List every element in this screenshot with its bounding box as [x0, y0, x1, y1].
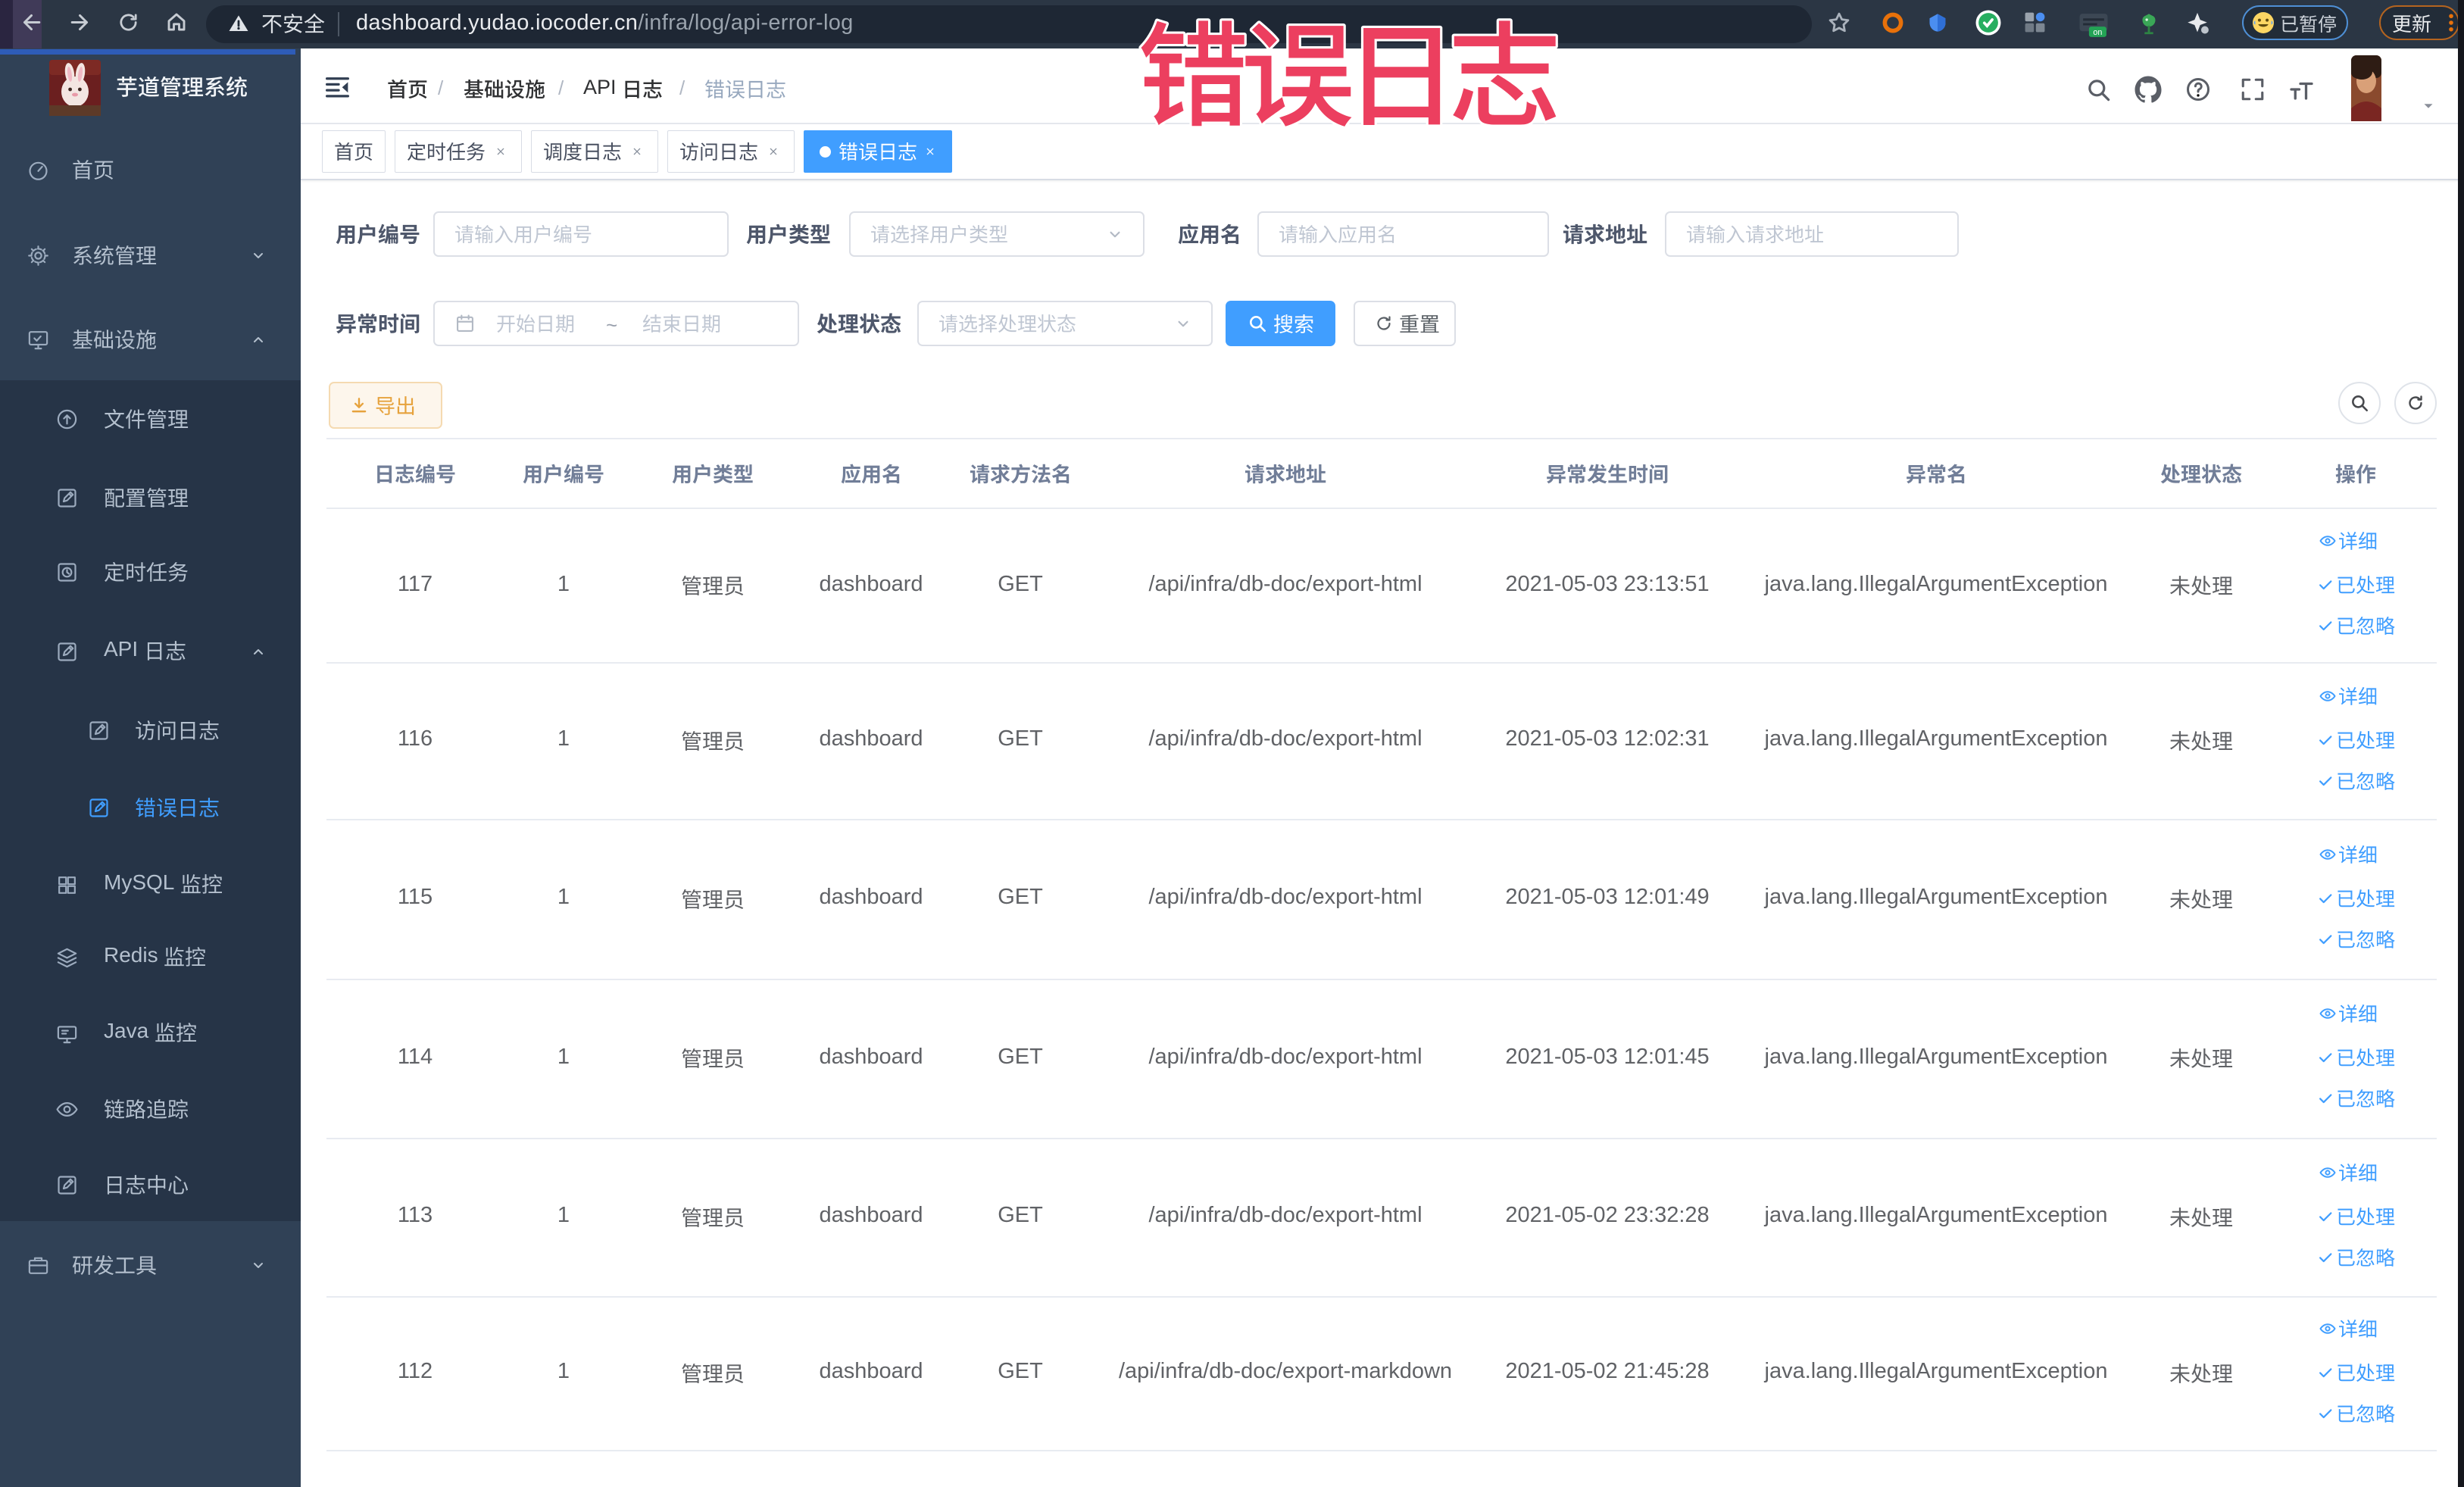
svg-text:on: on: [2093, 28, 2102, 37]
